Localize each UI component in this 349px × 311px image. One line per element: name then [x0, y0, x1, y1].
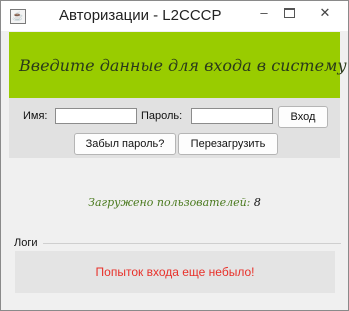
- title-bar[interactable]: ☕ Авторизации - L2CCCP – ✕: [1, 1, 348, 31]
- maximize-icon: [283, 8, 295, 18]
- maximize-button[interactable]: [278, 5, 300, 21]
- login-form: Имя: Пароль: Вход Забыл пароль? Перезагр…: [9, 98, 340, 158]
- users-loaded-count: 8: [253, 196, 261, 209]
- header-banner: Введите данные для входа в систему: [9, 32, 347, 98]
- close-button[interactable]: ✕: [306, 5, 344, 21]
- users-loaded-status: Загружено пользователей: 8: [9, 196, 340, 209]
- status-panel: Загружено пользователей: 8: [9, 169, 340, 237]
- reload-button[interactable]: Перезагрузить: [178, 133, 278, 155]
- password-input[interactable]: [191, 108, 273, 124]
- forgot-password-button[interactable]: Забыл пароль?: [74, 133, 176, 155]
- header-text: Введите данные для входа в систему: [19, 56, 347, 75]
- logs-divider: [43, 243, 341, 244]
- logs-panel: Попыток входа еще небыло!: [15, 251, 335, 293]
- login-button[interactable]: Вход: [278, 106, 328, 128]
- password-label: Пароль:: [141, 110, 183, 122]
- window-title: Авторизации - L2CCCP: [59, 7, 222, 24]
- java-app-icon: ☕: [10, 9, 26, 24]
- minimize-button[interactable]: –: [253, 5, 275, 21]
- logs-message: Попыток входа еще небыло!: [95, 265, 255, 279]
- username-label: Имя:: [23, 110, 48, 122]
- username-input[interactable]: [55, 108, 137, 124]
- users-loaded-label: Загружено пользователей:: [88, 196, 251, 209]
- logs-title: Логи: [13, 237, 39, 249]
- login-window: ☕ Авторизации - L2CCCP – ✕ Введите данны…: [0, 0, 349, 311]
